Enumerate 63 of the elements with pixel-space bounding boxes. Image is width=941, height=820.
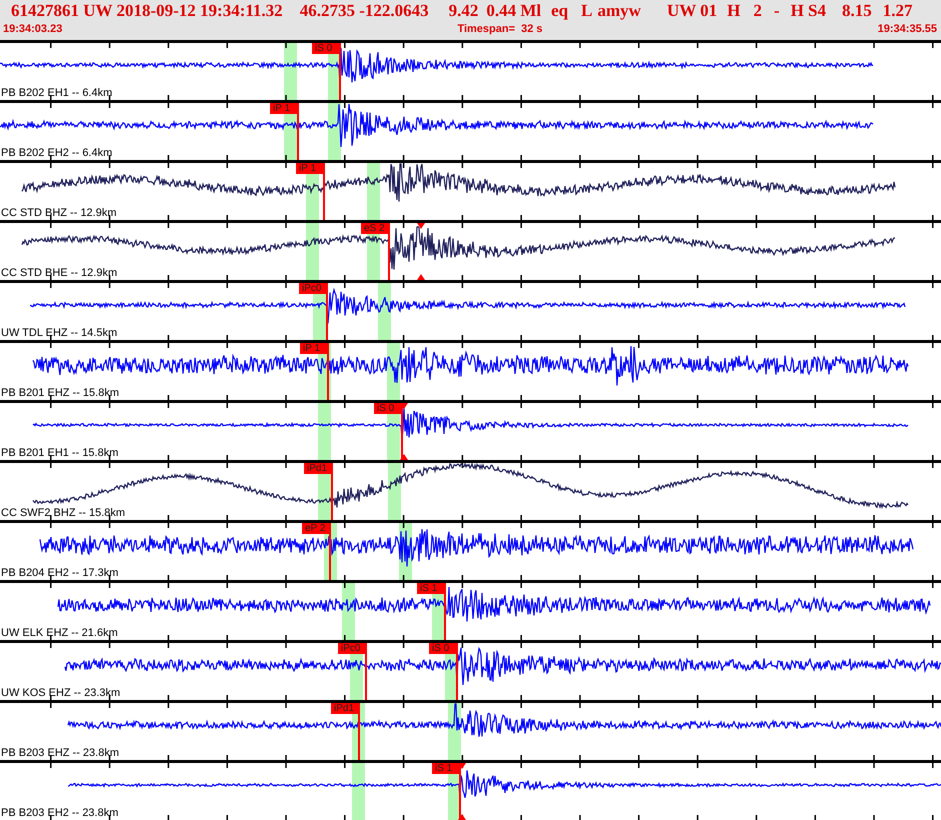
pick-line bbox=[327, 343, 329, 400]
pick-flag[interactable]: iP 1 bbox=[270, 103, 298, 114]
pick-line bbox=[326, 283, 328, 340]
channel-label: CC STD BHZ -- 12.9km bbox=[1, 207, 117, 219]
channel-label: CC STD BHE -- 12.9km bbox=[1, 267, 118, 279]
pick-flag[interactable]: iP 1 bbox=[300, 343, 328, 354]
channel-label: UW TDL EHZ -- 14.5km bbox=[1, 327, 118, 339]
pick-line bbox=[323, 163, 325, 220]
pick-flag[interactable]: iS 0 bbox=[429, 643, 457, 654]
phase-window bbox=[367, 163, 380, 220]
event-field: 9.42 bbox=[448, 1, 478, 21]
pick-line bbox=[331, 463, 333, 520]
start-time: 19:34:03.23 bbox=[3, 23, 62, 35]
pick-line bbox=[388, 223, 390, 280]
phase-window bbox=[388, 463, 401, 520]
pick-line bbox=[365, 643, 367, 700]
pick-flag[interactable]: eP 2 bbox=[302, 523, 330, 534]
channel-label: PB B201 EHZ -- 15.8km bbox=[1, 387, 119, 399]
event-field: H bbox=[727, 1, 740, 21]
event-field: 61427861 UW 2018-09-12 19:34:11.32 bbox=[11, 1, 283, 21]
pick-line bbox=[456, 643, 458, 700]
channel-label: UW ELK EHZ -- 21.6km bbox=[1, 627, 118, 639]
event-field: L bbox=[581, 1, 592, 21]
channel-label: PB B201 EH1 -- 15.8km bbox=[1, 447, 118, 459]
event-field: 1.27 bbox=[882, 1, 913, 21]
marker-icon bbox=[417, 223, 425, 229]
pick-line bbox=[329, 523, 331, 580]
pick-line bbox=[339, 43, 341, 100]
channel-label: UW KOS EHZ -- 23.3km bbox=[1, 687, 120, 699]
event-field: 0.44 Ml bbox=[486, 1, 542, 21]
end-time: 19:34:35.55 bbox=[878, 23, 937, 35]
pick-flag[interactable]: iPc0 bbox=[299, 283, 327, 294]
event-field: UW 01 bbox=[666, 1, 718, 21]
pick-line bbox=[444, 583, 446, 640]
phase-window bbox=[352, 763, 365, 820]
channel-label: PB B204 EH2 -- 17.3km bbox=[1, 567, 118, 579]
event-field: - bbox=[774, 1, 780, 21]
event-field: 46.2735 -122.0643 bbox=[300, 1, 429, 21]
channel-label: PB B202 EH1 -- 6.4km bbox=[1, 87, 112, 99]
event-field: eq bbox=[551, 1, 568, 21]
event-field: H S4 bbox=[790, 1, 826, 21]
phase-window bbox=[306, 223, 319, 280]
pick-flag[interactable]: iPd1 bbox=[331, 703, 359, 714]
pick-flag[interactable]: iS 1 bbox=[417, 583, 445, 594]
pick-line bbox=[297, 103, 299, 160]
phase-window bbox=[378, 283, 391, 340]
event-field: amyw bbox=[597, 1, 641, 21]
pick-flag[interactable]: iPc0 bbox=[338, 643, 366, 654]
pick-line bbox=[358, 703, 360, 760]
pick-flag[interactable]: iPd1 bbox=[304, 463, 332, 474]
marker-icon bbox=[417, 274, 425, 280]
channel-label: PB B203 EHZ -- 23.8km bbox=[1, 747, 119, 759]
pick-flag[interactable]: iP 1 bbox=[296, 163, 324, 174]
channel-label: CC SWF2 BHZ -- 15.8km bbox=[1, 507, 126, 519]
event-field: 8.15 bbox=[842, 1, 872, 21]
timespan-label: Timespan= 32 s bbox=[457, 23, 543, 35]
pick-flag[interactable]: eS 2 bbox=[361, 223, 389, 234]
channel-label: PB B203 EH2 -- 23.8km bbox=[1, 807, 118, 819]
pick-flag[interactable]: iS 0 bbox=[312, 43, 340, 54]
phase-window bbox=[318, 403, 331, 460]
channel-label: PB B202 EH2 -- 6.4km bbox=[1, 147, 112, 159]
phase-window bbox=[284, 43, 297, 100]
event-field: 2 bbox=[753, 1, 762, 21]
